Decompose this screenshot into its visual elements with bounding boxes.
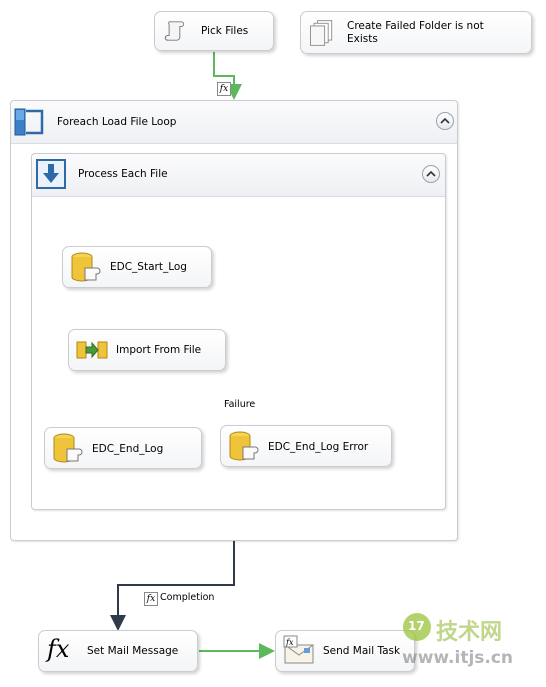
foreach-header: Foreach Load File Loop (11, 101, 457, 144)
sequence-container-icon (36, 159, 66, 189)
expression-badge-icon: fx (217, 82, 231, 96)
foreach-title: Foreach Load File Loop (57, 116, 177, 128)
task-create-failed-folder[interactable]: Create Failed Folder is not Exists (300, 11, 532, 54)
expression-task-icon: fx (47, 635, 70, 663)
foreach-loop-icon (14, 108, 44, 136)
sql-task-icon (53, 433, 83, 463)
mail-envelope-icon: fx (283, 635, 314, 664)
task-label: EDC_End_Log Error (268, 441, 369, 453)
task-label: EDC_End_Log (92, 443, 164, 455)
sql-task-icon (71, 252, 101, 282)
watermark-logo-digits: 17 (408, 619, 425, 633)
site-watermark: 17 技术网 www.itjs.cn (400, 612, 546, 682)
task-label: Import From File (116, 344, 202, 356)
task-edc-start-log[interactable]: EDC_Start_Log (62, 246, 212, 288)
task-label: Set Mail Message (87, 645, 179, 657)
svg-text:fx: fx (285, 638, 294, 647)
task-pick-files[interactable]: Pick Files (154, 11, 274, 51)
task-edc-end-log[interactable]: EDC_End_Log (44, 427, 202, 469)
task-import-from-file[interactable]: Import From File (68, 329, 226, 371)
task-send-mail[interactable]: fx Send Mail Task (275, 630, 415, 672)
completion-label: Completion (160, 592, 215, 603)
collapse-button[interactable] (436, 112, 454, 130)
expression-badge-icon: fx (144, 592, 158, 606)
collapse-button[interactable] (422, 165, 440, 183)
task-set-mail-message[interactable]: fx Set Mail Message (38, 630, 198, 672)
task-edc-end-log-error[interactable]: EDC_End_Log Error (220, 425, 392, 467)
process-header: Process Each File (32, 154, 445, 197)
task-label: EDC_Start_Log (110, 261, 187, 273)
documents-icon (310, 19, 333, 46)
failure-label: Failure (224, 399, 256, 410)
data-flow-icon (76, 341, 108, 359)
watermark-url: www.itjs.cn (402, 648, 514, 668)
script-scroll-icon (164, 21, 185, 41)
task-label: Create Failed Folder is not Exists (347, 20, 484, 45)
process-title: Process Each File (78, 168, 168, 180)
chevron-up-icon (426, 170, 436, 177)
foreach-loop-container[interactable]: Foreach Load File Loop Process Each File (10, 100, 458, 541)
sql-task-icon (229, 431, 259, 461)
connector-foreach-setmail[interactable] (110, 541, 235, 631)
chevron-up-icon (440, 117, 450, 124)
watermark-brand: 技术网 (436, 620, 503, 645)
task-label: Pick Files (201, 25, 249, 37)
task-label: Send Mail Task (323, 645, 401, 657)
